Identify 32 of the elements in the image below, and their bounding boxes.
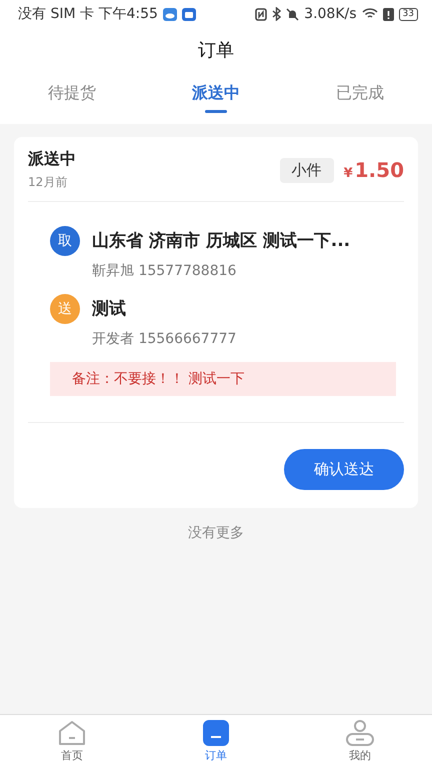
wifi-icon [362, 8, 378, 20]
order-tab[interactable]: 已完成 [288, 72, 432, 124]
nfc-icon [255, 8, 268, 20]
nav-item[interactable]: 我的 [288, 715, 432, 768]
stop-address: 测试 [92, 298, 127, 321]
muted-bell-icon [286, 8, 300, 20]
end-of-list: 没有更多 [14, 508, 418, 558]
page-title: 订单 [197, 39, 235, 63]
order-tab[interactable]: 派送中 [144, 72, 288, 124]
home-icon [58, 720, 86, 746]
battery-level: 33 [398, 8, 418, 20]
carrier-time: 没有 SIM 卡 下午4:55 [18, 5, 158, 23]
profile-icon [345, 720, 375, 746]
cloud-icon [162, 8, 177, 20]
stop-contact: 开发者 15566667777 [92, 330, 236, 348]
order-status: 派送中 [28, 149, 76, 170]
nav-item[interactable]: 首页 [0, 715, 144, 768]
bluetooth-icon [272, 7, 282, 21]
order-note: 备注：不要接！！ 测试一下 [50, 362, 396, 396]
confirm-delivery-button[interactable]: 确认送达 [284, 449, 404, 490]
alert-icon [382, 8, 394, 20]
network-speed: 3.08K/s [304, 6, 357, 22]
order-tab[interactable]: 待提货 [0, 72, 144, 124]
nav-item[interactable]: 订单 [144, 715, 288, 768]
order-price: ¥1.50 [344, 158, 404, 182]
stop-contact: 靳昇旭 15577788816 [92, 262, 238, 280]
stop-badge: 取 [50, 226, 80, 256]
size-tag: 小件 [280, 158, 334, 182]
order-time: 12月前 [28, 174, 68, 191]
stop-address: 山东省 济南市 历城区 测试一下... [92, 230, 350, 253]
stop-badge: 送 [50, 294, 80, 324]
document-icon [203, 720, 229, 746]
